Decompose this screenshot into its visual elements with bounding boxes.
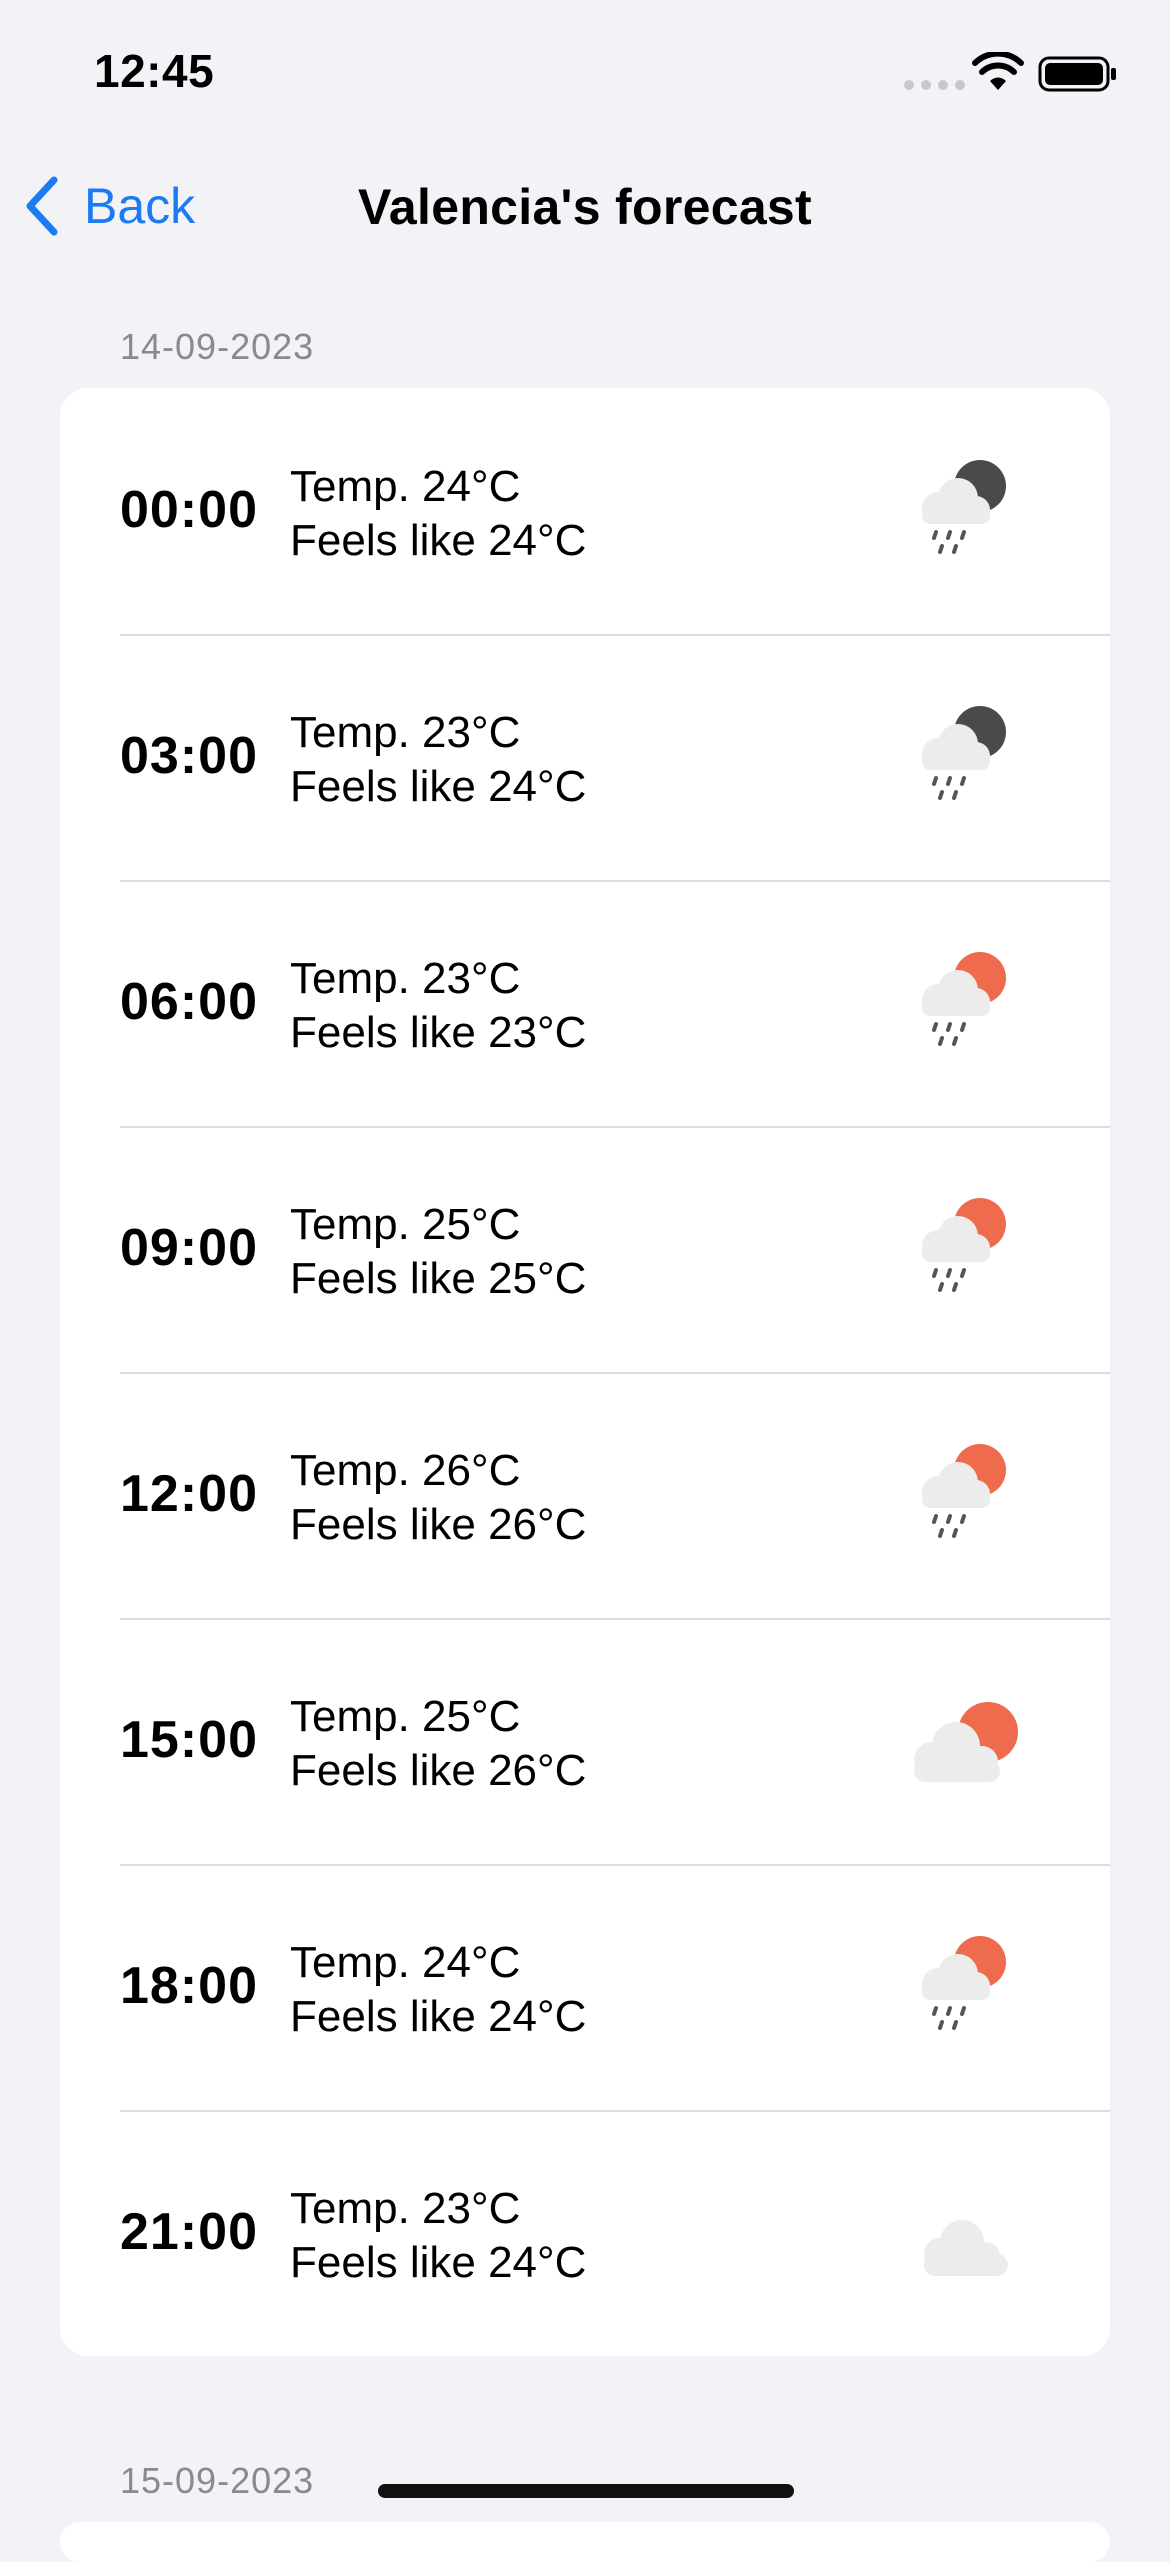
cloud-icon xyxy=(900,2178,1030,2288)
section-date-header: 15-09-2023 xyxy=(120,2460,315,2501)
forecast-row: 06:00 Temp. 23°C Feels like 23°C xyxy=(60,880,1110,1126)
forecast-time: 21:00 xyxy=(120,2203,258,2261)
sun-rain-icon xyxy=(900,1932,1030,2042)
forecast-time: 00:00 xyxy=(120,481,258,539)
forecast-temperatures: Temp. 25°C Feels like 26°C xyxy=(290,1690,586,1798)
feels-like-text: Feels like 24°C xyxy=(290,2238,587,2287)
feels-like-text: Feels like 24°C xyxy=(290,516,587,565)
forecast-time: 18:00 xyxy=(120,1957,258,2015)
feels-like-text: Feels like 25°C xyxy=(290,1254,587,1303)
feels-like-text: Feels like 23°C xyxy=(290,1008,587,1057)
wifi-icon xyxy=(972,52,1024,90)
sun-cloud-icon xyxy=(900,1686,1030,1796)
forecast-time: 12:00 xyxy=(120,1465,258,1523)
forecast-time: 06:00 xyxy=(120,973,258,1031)
home-indicator xyxy=(378,2484,794,2498)
forecast-temperatures: Temp. 23°C Feels like 24°C xyxy=(290,706,586,814)
navigation-bar: Back Valencia's forecast xyxy=(0,150,1170,260)
sun-rain-icon xyxy=(900,948,1030,1058)
temperature-text: Temp. 23°C xyxy=(290,954,521,1003)
forecast-row: 21:00 Temp. 23°C Feels like 24°C xyxy=(60,2110,1110,2356)
forecast-row: 03:00 Temp. 23°C Feels like 24°C xyxy=(60,634,1110,880)
forecast-time: 03:00 xyxy=(120,727,258,785)
forecast-temperatures: Temp. 26°C Feels like 26°C xyxy=(290,1444,586,1552)
forecast-temperatures: Temp. 24°C Feels like 24°C xyxy=(290,460,586,568)
forecast-temperatures: Temp. 25°C Feels like 25°C xyxy=(290,1198,586,1306)
status-time: 12:45 xyxy=(94,45,215,97)
forecast-temperatures: Temp. 23°C Feels like 24°C xyxy=(290,2182,586,2290)
night-rain-icon xyxy=(900,456,1030,566)
page-title: Valencia's forecast xyxy=(358,179,812,235)
forecast-list: 00:00 Temp. 24°C Feels like 24°C 03:00 Temp.… xyxy=(60,388,1110,2356)
cellular-signal-icon xyxy=(904,80,965,90)
forecast-row: 09:00 Temp. 25°C Feels like 25°C xyxy=(60,1126,1110,1372)
feels-like-text: Feels like 26°C xyxy=(290,1746,587,1795)
night-rain-icon xyxy=(900,702,1030,812)
temperature-text: Temp. 24°C xyxy=(290,462,521,511)
battery-icon xyxy=(1038,56,1116,92)
forecast-time: 09:00 xyxy=(120,1219,258,1277)
forecast-time: 15:00 xyxy=(120,1711,258,1769)
sun-rain-icon xyxy=(900,1440,1030,1550)
temperature-text: Temp. 25°C xyxy=(290,1692,521,1741)
forecast-row: 00:00 Temp. 24°C Feels like 24°C xyxy=(60,388,1110,634)
temperature-text: Temp. 23°C xyxy=(290,708,521,757)
section-date-header: 14-09-2023 xyxy=(120,326,315,367)
feels-like-text: Feels like 26°C xyxy=(290,1500,587,1549)
status-bar: 12:45 xyxy=(0,0,1170,140)
forecast-list xyxy=(60,2522,1110,2562)
temperature-text: Temp. 26°C xyxy=(290,1446,521,1495)
forecast-row: 18:00 Temp. 24°C Feels like 24°C xyxy=(60,1864,1110,2110)
forecast-temperatures: Temp. 24°C Feels like 24°C xyxy=(290,1936,586,2044)
temperature-text: Temp. 25°C xyxy=(290,1200,521,1249)
temperature-text: Temp. 23°C xyxy=(290,2184,521,2233)
forecast-row: 15:00 Temp. 25°C Feels like 26°C xyxy=(60,1618,1110,1864)
temperature-text: Temp. 24°C xyxy=(290,1938,521,1987)
sun-rain-icon xyxy=(900,1194,1030,1304)
feels-like-text: Feels like 24°C xyxy=(290,1992,587,2041)
forecast-row: 12:00 Temp. 26°C Feels like 26°C xyxy=(60,1372,1110,1618)
feels-like-text: Feels like 24°C xyxy=(290,762,587,811)
forecast-temperatures: Temp. 23°C Feels like 23°C xyxy=(290,952,586,1060)
